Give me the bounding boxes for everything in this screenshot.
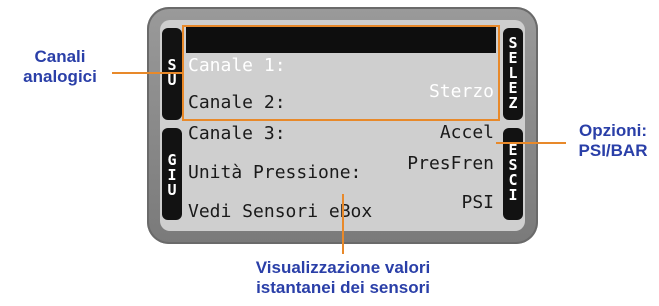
up-button-letter: U — [167, 71, 177, 89]
exit-button-letter: I — [508, 186, 518, 204]
callout-line: PSI/BAR — [578, 141, 648, 160]
callout-line: analogici — [23, 67, 97, 86]
select-button[interactable]: S E L E Z — [503, 28, 523, 120]
options-leader-line — [496, 142, 566, 144]
menu-row-pressure-unit[interactable]: Unità Pressione: PSI — [186, 128, 496, 213]
callout-line: istantanei dei sensori — [256, 278, 430, 297]
callout-line: Opzioni: — [579, 121, 647, 140]
down-button-letter: U — [167, 181, 177, 199]
analog-channels-callout: Canali analogici — [10, 47, 110, 87]
callout-line: Visualizzazione valori — [255, 258, 431, 277]
row-label: Vedi Sensori eBox — [188, 201, 373, 222]
options-callout: Opzioni: PSI/BAR — [570, 121, 656, 161]
analog-leader-line — [112, 72, 182, 74]
down-button[interactable]: G I U — [162, 128, 182, 220]
sensors-leader-line — [342, 194, 344, 254]
sensor-values-callout: Visualizzazione valori istantanei dei se… — [200, 258, 486, 298]
callout-line: Canali — [34, 47, 86, 66]
up-button[interactable]: S U — [162, 28, 182, 120]
analog-channels-highlight — [182, 25, 500, 121]
menu-row-view-sensors[interactable]: Vedi Sensori eBox — [186, 167, 496, 222]
select-button-letter: Z — [508, 94, 518, 112]
